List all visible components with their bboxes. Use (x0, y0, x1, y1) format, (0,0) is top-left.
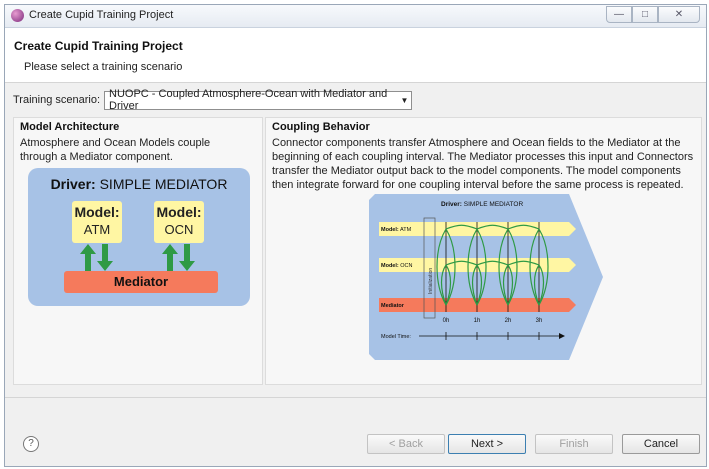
model-architecture-panel: Model Architecture Atmosphere and Ocean … (13, 117, 263, 385)
time-label-0h: 0h (443, 318, 450, 324)
help-button[interactable]: ? (23, 436, 39, 452)
close-button[interactable]: ✕ (658, 6, 700, 23)
ocn-up-arrow-icon (162, 244, 178, 271)
coupling-behavior-description: Connector components transfer Atmosphere… (272, 137, 694, 191)
finish-button[interactable]: Finish (535, 434, 613, 454)
coupling-behavior-title: Coupling Behavior (272, 121, 370, 133)
close-icon: ✕ (674, 9, 684, 20)
row-atm-label: Model: ATM (381, 227, 412, 233)
time-label-1h: 1h (474, 318, 481, 324)
minimize-button[interactable]: — (606, 6, 632, 23)
window-title: Create Cupid Training Project (29, 9, 174, 21)
cancel-button[interactable]: Cancel (622, 434, 700, 454)
time-label-2h: 2h (505, 318, 512, 324)
mediator-box: Mediator (64, 271, 218, 293)
scenario-selected-value: NUOPC - Coupled Atmosphere-Ocean with Me… (109, 88, 388, 112)
minimize-icon: — (614, 9, 624, 20)
title-bar: Create Cupid Training Project — □ ✕ (5, 5, 706, 28)
architecture-diagram: Driver: SIMPLE MEDIATOR Model: ATM Model… (28, 168, 250, 306)
dialog-window: Create Cupid Training Project — □ ✕ Crea… (4, 4, 707, 467)
scenario-label: Training scenario: (13, 94, 101, 106)
footer-separator (5, 397, 706, 398)
scenario-row: Training scenario: NUOPC - Coupled Atmos… (13, 88, 413, 112)
next-button[interactable]: Next > (448, 434, 526, 454)
ocn-down-arrow-icon (179, 244, 195, 271)
dropdown-arrow-icon: ▼ (400, 95, 409, 105)
atm-up-arrow-icon (80, 244, 96, 271)
model-time-label: Model Time: (381, 334, 411, 340)
row-mediator-label: Mediator (381, 303, 405, 309)
maximize-button[interactable]: □ (632, 6, 658, 23)
window-controls: — □ ✕ (606, 6, 700, 23)
wizard-header: Create Cupid Training Project Please sel… (5, 28, 706, 83)
initialization-label: Initialization (428, 268, 434, 294)
back-button[interactable]: < Back (367, 434, 445, 454)
coupling-behavior-panel: Coupling Behavior Connector components t… (265, 117, 702, 385)
app-icon (11, 9, 24, 22)
coupling-diagram: Driver: SIMPLE MEDIATOR Model: ATM Model… (369, 194, 603, 360)
page-subtitle: Please select a training scenario (24, 61, 183, 73)
page-title: Create Cupid Training Project (14, 39, 183, 53)
coupling-driver-label: Driver: SIMPLE MEDIATOR (441, 201, 523, 208)
model-architecture-title: Model Architecture (20, 121, 120, 133)
time-label-3h: 3h (536, 318, 543, 324)
scenario-select[interactable]: NUOPC - Coupled Atmosphere-Ocean with Me… (104, 88, 413, 112)
model-architecture-description: Atmosphere and Ocean Models couple throu… (20, 137, 211, 163)
row-ocn-label: Model: OCN (381, 263, 413, 269)
maximize-icon: □ (641, 9, 649, 20)
atm-down-arrow-icon (97, 244, 113, 271)
